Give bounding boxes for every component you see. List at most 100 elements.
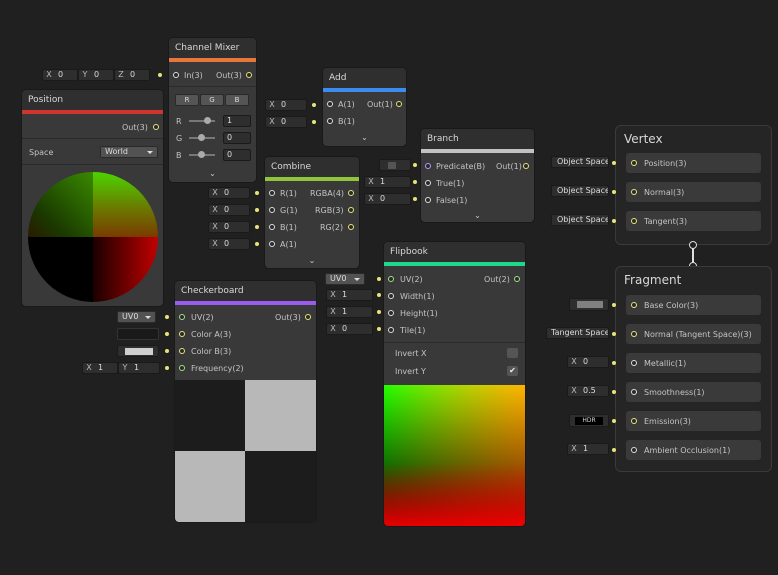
width-field[interactable]: X1 [326,289,373,301]
input-port[interactable] [179,348,185,354]
input-port[interactable] [631,360,637,366]
checkerboard-node[interactable]: Checkerboard UV(2) Color A(3) Color B(3)… [175,281,316,522]
tangent-space-tag[interactable]: Tangent Space [546,327,609,339]
collapse-chevron-icon[interactable]: ⌄ [323,133,406,143]
tab-b[interactable]: B [225,94,249,106]
output-port[interactable] [396,101,402,107]
input-port[interactable] [631,160,637,166]
metallic-field[interactable]: X0 [567,356,609,368]
output-port[interactable] [348,224,354,230]
branch-true-field[interactable]: X1 [364,176,411,188]
input-port[interactable] [327,118,333,124]
value-field[interactable]: 1 [223,115,251,127]
flipbook-node[interactable]: Flipbook UV(2) Width(1) Height(1) Tile(1… [384,242,525,526]
input-port[interactable] [179,314,185,320]
add-b-field[interactable]: X0 [265,116,307,128]
invert-y-checkbox[interactable]: ✔ [507,366,518,376]
value-field[interactable]: 0 [223,132,251,144]
fragment-block-emission[interactable]: Emission(3) [626,411,761,431]
fragment-block-smoothness[interactable]: Smoothness(1) [626,382,761,402]
base-color-field[interactable] [569,298,609,311]
vertex-block-position[interactable]: Position(3) [626,153,761,173]
branch-false-field[interactable]: X0 [364,193,411,205]
input-port[interactable] [327,101,333,107]
fragment-block-metallic[interactable]: Metallic(1) [626,353,761,373]
fragment-block-ambient-occlusion[interactable]: Ambient Occlusion(1) [626,440,761,460]
input-port[interactable] [631,389,637,395]
fragment-block-normal[interactable]: Normal (Tangent Space)(3) [626,324,761,344]
input-port[interactable] [388,310,394,316]
base-color-swatch[interactable] [577,301,603,308]
input-port[interactable] [631,331,637,337]
object-space-tag[interactable]: Object Space [551,214,609,226]
emission-field[interactable]: HDR [569,414,609,427]
combine-node[interactable]: Combine R(1) G(1) B(1) A(1) RGBA(4) RGB(… [265,157,359,268]
predicate-field[interactable] [379,159,411,171]
cm-x-field[interactable]: X0 [42,69,78,81]
freq-y-field[interactable]: Y1 [118,362,160,374]
collapse-chevron-icon[interactable]: ⌄ [169,169,256,179]
output-port[interactable] [305,314,311,320]
color-b-swatch[interactable] [125,348,153,355]
slider-track[interactable] [189,151,215,158]
collapse-chevron-icon[interactable]: ⌄ [265,256,359,266]
channel-mixer-node[interactable]: Channel Mixer In(3) Out(3) R G B R 1 G 0… [169,38,256,182]
vertex-block-normal[interactable]: Normal(3) [626,182,761,202]
combine-r-field[interactable]: X0 [208,187,250,199]
color-a-swatch[interactable] [117,328,159,340]
checker-uv-dropdown[interactable]: UV0 [117,311,156,323]
input-port[interactable] [388,327,394,333]
vertex-block-tangent[interactable]: Tangent(3) [626,211,761,231]
value-field[interactable]: 0 [223,149,251,161]
slider-track[interactable] [189,117,215,124]
object-space-tag[interactable]: Object Space [551,185,609,197]
input-port[interactable] [631,189,637,195]
input-port[interactable] [388,293,394,299]
cm-z-field[interactable]: Z0 [114,69,150,81]
output-port[interactable] [523,163,529,169]
output-port[interactable] [514,276,520,282]
output-port[interactable] [348,190,354,196]
combine-a-field[interactable]: X0 [208,238,250,250]
slider-thumb[interactable] [204,117,211,124]
output-port[interactable] [153,124,159,130]
combine-g-field[interactable]: X0 [208,204,250,216]
input-port[interactable] [425,163,431,169]
cm-y-field[interactable]: Y0 [78,69,114,81]
object-space-tag[interactable]: Object Space [551,156,609,168]
input-port[interactable] [179,331,185,337]
input-port[interactable] [269,207,275,213]
space-dropdown[interactable]: World [100,146,158,158]
input-port[interactable] [631,447,637,453]
invert-x-checkbox[interactable] [507,348,518,358]
combine-b-field[interactable]: X0 [208,221,250,233]
input-port[interactable] [269,190,275,196]
tab-r[interactable]: R [175,94,199,106]
input-port[interactable] [179,365,185,371]
output-port[interactable] [246,72,252,78]
slider-thumb[interactable] [198,151,205,158]
flipbook-uv-dropdown[interactable]: UV0 [325,273,365,285]
hdr-swatch[interactable]: HDR [575,417,603,425]
add-a-field[interactable]: X0 [265,99,307,111]
input-port[interactable] [269,241,275,247]
fragment-block-base-color[interactable]: Base Color(3) [626,295,761,315]
branch-node[interactable]: Branch Predicate(B) True(1) False(1) Out… [421,129,534,222]
input-port[interactable] [631,302,637,308]
slider-thumb[interactable] [198,134,205,141]
flow-port[interactable] [689,241,697,249]
ambient-occlusion-field[interactable]: X1 [567,443,609,455]
input-port[interactable] [631,418,637,424]
input-port[interactable] [425,197,431,203]
height-field[interactable]: X1 [326,306,373,318]
tab-g[interactable]: G [200,94,224,106]
freq-x-field[interactable]: X1 [82,362,118,374]
collapse-chevron-icon[interactable]: ⌄ [421,211,534,221]
input-port[interactable] [388,276,394,282]
slider-track[interactable] [189,134,215,141]
tile-field[interactable]: X0 [326,323,373,335]
smoothness-field[interactable]: X 0.5 [567,385,609,397]
position-node[interactable]: Position Out(3) Space World [22,90,163,306]
add-node[interactable]: Add A(1) B(1) Out(1) ⌄ [323,68,406,146]
input-port[interactable] [173,72,179,78]
